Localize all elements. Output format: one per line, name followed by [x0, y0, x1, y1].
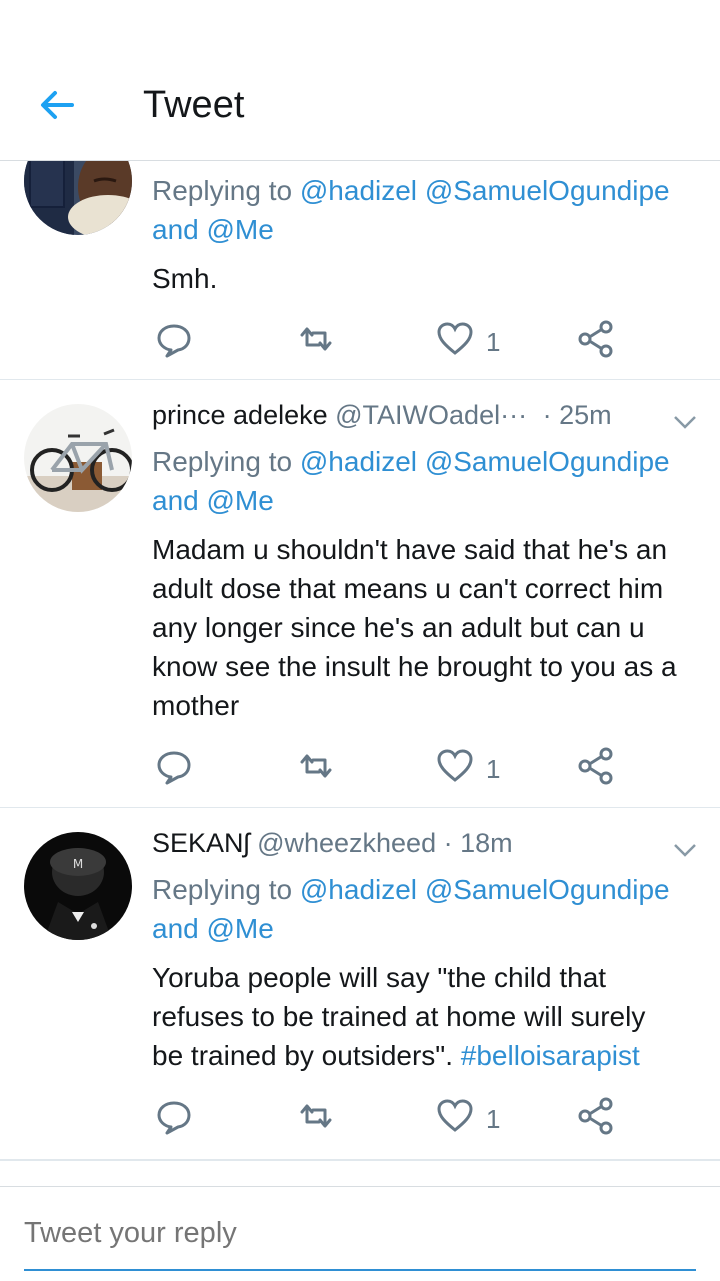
reply-icon[interactable]	[154, 319, 194, 359]
avatar[interactable]	[24, 161, 132, 235]
avatar[interactable]	[24, 404, 132, 512]
hashtag-link[interactable]: #belloisarapist	[461, 1040, 640, 1071]
tweet-header: SEKANʃ @wheezkheed · 18m	[152, 828, 696, 859]
tweet-actions: 1	[0, 746, 720, 790]
replying-to: Replying to @hadizel @SamuelOgundipe and…	[152, 874, 670, 944]
handle[interactable]: @wheezkheed	[257, 828, 436, 858]
mention-link[interactable]: @SamuelOgundipe	[425, 175, 670, 206]
mention-link[interactable]: @SamuelOgundipe	[425, 874, 670, 905]
mention-link[interactable]: @Me	[207, 913, 274, 944]
tweet[interactable]: prince adeleke @TAIWOadel··· · 25m Reply…	[0, 380, 720, 808]
timestamp: · 18m	[443, 828, 513, 858]
tweet-actions: 1	[0, 319, 720, 363]
mention-link[interactable]: @SamuelOgundipe	[425, 446, 670, 477]
display-name[interactable]: SEKANʃ	[152, 828, 250, 858]
reply-icon[interactable]	[154, 1096, 194, 1136]
retweet-icon[interactable]	[296, 746, 336, 786]
reply-input[interactable]	[24, 1217, 694, 1250]
top-bar: Tweet	[0, 0, 720, 161]
svg-text:M: M	[73, 857, 83, 871]
mention-link[interactable]: @Me	[207, 214, 274, 245]
reply-icon[interactable]	[154, 746, 194, 786]
heart-icon[interactable]	[435, 746, 475, 786]
retweet-icon[interactable]	[296, 1096, 336, 1136]
retweet-icon[interactable]	[296, 319, 336, 359]
share-icon[interactable]	[576, 746, 616, 786]
replying-to: Replying to @hadizel @SamuelOgundipe and…	[152, 446, 670, 516]
mention-link[interactable]: @hadizel	[300, 446, 417, 477]
avatar[interactable]: M	[24, 832, 132, 940]
tweet[interactable]: Replying to @hadizel @SamuelOgundipe and…	[0, 161, 720, 380]
like-count: 1	[486, 754, 501, 784]
input-underline	[24, 1269, 696, 1271]
share-icon[interactable]	[576, 1096, 616, 1136]
mention-link[interactable]: @hadizel	[300, 874, 417, 905]
replying-to: Replying to @hadizel @SamuelOgundipe and…	[152, 175, 670, 245]
chevron-down-icon[interactable]	[672, 414, 698, 430]
tweet-text: Smh.	[152, 263, 218, 294]
handle[interactable]: @TAIWOadel···	[335, 400, 527, 430]
heart-icon[interactable]	[435, 1096, 475, 1136]
share-icon[interactable]	[576, 319, 616, 359]
mention-link[interactable]: @Me	[207, 485, 274, 516]
tweet[interactable]: M SEKANʃ @wheezkheed · 18m Replying to @…	[0, 808, 720, 1160]
like-count: 1	[486, 327, 501, 357]
display-name[interactable]: prince adeleke	[152, 400, 328, 430]
timestamp: · 25m	[542, 400, 612, 430]
tweet-text: Yoruba people will say "the child that r…	[152, 962, 646, 1071]
tweet-actions: 1	[0, 1096, 720, 1140]
tweet-text: Madam u shouldn't have said that he's an…	[152, 534, 677, 721]
mention-link[interactable]: @hadizel	[300, 175, 417, 206]
page-title: Tweet	[143, 84, 245, 126]
next-tweet-peek	[0, 1160, 720, 1187]
tweet-header: prince adeleke @TAIWOadel··· · 25m	[152, 400, 696, 431]
chevron-down-icon[interactable]	[672, 842, 698, 858]
heart-icon[interactable]	[435, 319, 475, 359]
reply-composer	[0, 1186, 720, 1281]
arrow-left-icon[interactable]	[36, 84, 78, 126]
like-count: 1	[486, 1104, 501, 1134]
